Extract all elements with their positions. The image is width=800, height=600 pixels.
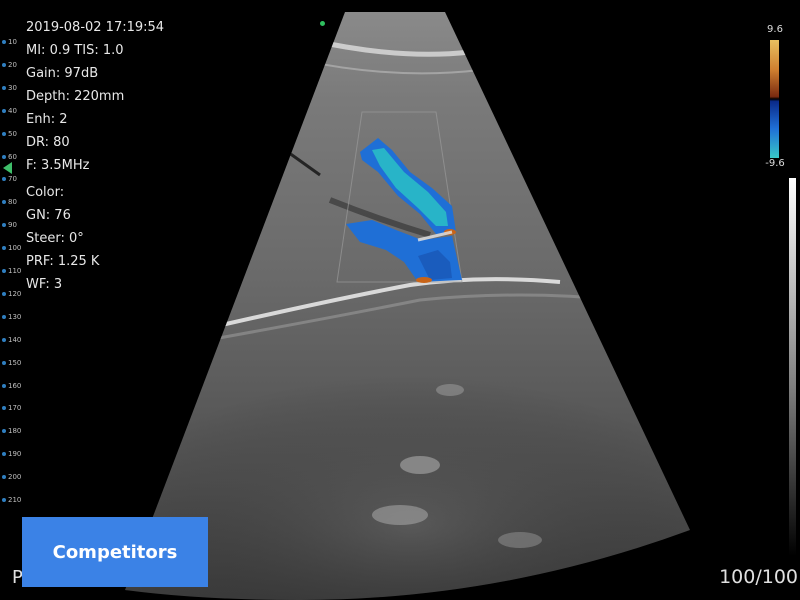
- depth-tick-label: 180: [8, 427, 22, 436]
- depth-tick: 60: [2, 153, 17, 161]
- depth-tick-label: 50: [8, 129, 17, 138]
- frequency: F: 3.5MHz: [26, 158, 90, 173]
- depth-tick-dot: [2, 498, 6, 502]
- depth-tick: 30: [2, 84, 17, 92]
- depth-tick: 70: [2, 175, 17, 183]
- depth-tick: 200: [2, 473, 21, 481]
- depth-tick: 150: [2, 359, 21, 367]
- mi-tis: MI: 0.9 TIS: 1.0: [26, 43, 124, 58]
- depth-tick: 210: [2, 496, 21, 504]
- depth-tick: 120: [2, 290, 21, 298]
- grayscale-bar: [789, 178, 796, 556]
- datetime: 2019-08-02 17:19:54: [26, 20, 165, 35]
- color-gain: GN: 76: [26, 208, 71, 223]
- depth-tick: 190: [2, 450, 21, 458]
- depth-tick-label: 210: [8, 496, 22, 504]
- ultrasound-screen: 2019-08-02 17:19:54 MI: 0.9 TIS: 1.0 Gai…: [0, 0, 800, 600]
- depth-tick-dot: [2, 337, 6, 342]
- depth-tick: 160: [2, 382, 21, 390]
- depth-tick-label: 130: [8, 312, 22, 321]
- depth-tick: 20: [2, 61, 17, 69]
- depth-tick-dot: [2, 269, 6, 273]
- gain: Gain: 97dB: [26, 66, 99, 81]
- depth-tick-label: 10: [8, 38, 17, 46]
- depth-tick-dot: [2, 108, 6, 113]
- depth-tick-label: 30: [8, 83, 17, 92]
- depth-tick-label: 80: [8, 198, 17, 207]
- competitors-label: Competitors: [52, 541, 178, 563]
- depth-tick-label: 150: [8, 358, 22, 367]
- depth-tick: 170: [2, 404, 21, 412]
- depth: Depth: 220mm: [26, 89, 125, 104]
- depth-tick-dot: [2, 62, 6, 67]
- frame-counter: 100/100: [719, 566, 798, 588]
- color-scale-max: 9.6: [767, 24, 783, 35]
- depth-tick-label: 100: [8, 244, 22, 253]
- wall-filter: WF: 3: [26, 277, 63, 292]
- depth-tick-dot: [2, 154, 6, 159]
- color-scale-min: -9.6: [765, 158, 785, 169]
- depth-tick-dot: [2, 85, 6, 90]
- depth-tick-dot: [2, 383, 6, 388]
- depth-tick-label: 170: [8, 404, 22, 413]
- info-panel: 2019-08-02 17:19:54 MI: 0.9 TIS: 1.0 Gai…: [26, 16, 164, 296]
- depth-tick: 40: [2, 107, 17, 115]
- depth-tick: 10: [2, 38, 17, 46]
- depth-tick-dot: [2, 131, 6, 136]
- color-heading: Color:: [26, 185, 65, 200]
- doppler-flow-orange-2: [416, 277, 432, 283]
- depth-tick-dot: [2, 177, 6, 182]
- depth-tick-label: 110: [8, 267, 22, 275]
- competitors-badge[interactable]: Competitors: [22, 517, 208, 587]
- depth-scale: 10 20 30 40 50 60 70 80 90 100 110 120 130 140 150 160 1…: [0, 0, 24, 600]
- depth-tick: 180: [2, 427, 21, 435]
- depth-tick-label: 140: [8, 335, 22, 344]
- dynamic-range: DR: 80: [26, 135, 70, 150]
- depth-tick-dot: [2, 314, 6, 319]
- depth-tick-dot: [2, 429, 6, 434]
- enhancement: Enh: 2: [26, 112, 68, 127]
- depth-tick-dot: [2, 406, 6, 411]
- focus-marker-icon[interactable]: [3, 162, 12, 174]
- depth-tick: 130: [2, 313, 21, 321]
- orientation-marker-icon: [320, 21, 325, 26]
- depth-tick-label: 60: [8, 152, 17, 161]
- depth-tick-dot: [2, 360, 6, 365]
- depth-tick-label: 160: [8, 381, 22, 390]
- depth-tick: 110: [2, 267, 21, 275]
- color-scale-bar: [770, 40, 779, 158]
- depth-tick-dot: [2, 223, 6, 228]
- depth-tick-label: 120: [8, 289, 22, 298]
- prf: PRF: 1.25 K: [26, 254, 100, 269]
- depth-tick-label: 70: [8, 175, 17, 184]
- depth-tick-dot: [2, 246, 6, 251]
- depth-tick-label: 90: [8, 221, 17, 230]
- depth-tick-dot: [2, 200, 6, 205]
- depth-tick: 140: [2, 336, 21, 344]
- depth-tick: 90: [2, 221, 17, 229]
- depth-tick: 50: [2, 130, 17, 138]
- depth-tick-label: 20: [8, 60, 17, 69]
- depth-tick-dot: [2, 291, 6, 296]
- depth-tick: 80: [2, 198, 17, 206]
- depth-tick-dot: [2, 452, 6, 457]
- depth-tick-label: 40: [8, 106, 17, 115]
- depth-tick: 100: [2, 244, 21, 252]
- depth-tick-label: 190: [8, 450, 22, 459]
- depth-tick-dot: [2, 40, 6, 44]
- steer: Steer: 0°: [26, 231, 84, 246]
- depth-tick-dot: [2, 475, 6, 480]
- depth-tick-label: 200: [8, 473, 22, 482]
